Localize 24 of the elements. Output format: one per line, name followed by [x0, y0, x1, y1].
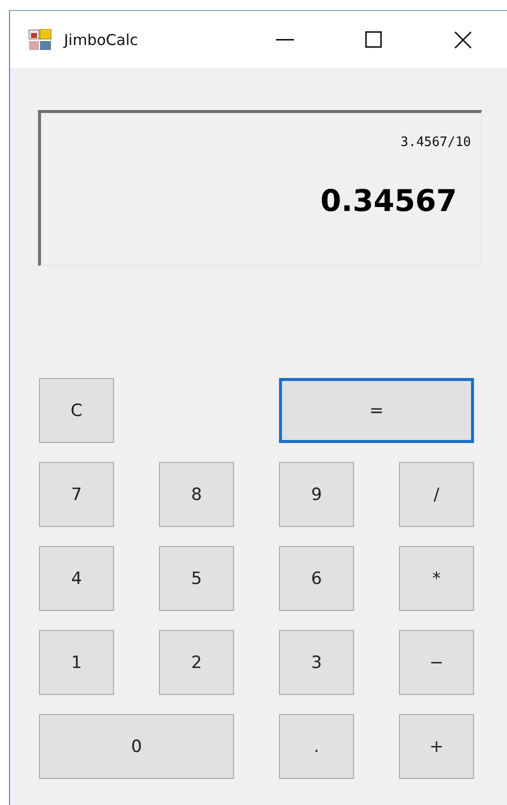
expression-text: 3.4567/10: [400, 135, 471, 150]
calculator-key[interactable]: *: [399, 546, 474, 611]
calculator-key[interactable]: C: [39, 378, 114, 443]
calculator-key[interactable]: 5: [159, 546, 234, 611]
app-icon: [28, 28, 52, 50]
calculator-key[interactable]: .: [279, 714, 354, 779]
calculator-key[interactable]: 3: [279, 630, 354, 695]
maximize-icon: [365, 31, 382, 48]
calculator-key[interactable]: =: [279, 378, 474, 443]
calculator-key[interactable]: 4: [39, 546, 114, 611]
calculator-key[interactable]: −: [399, 630, 474, 695]
calculator-key[interactable]: 1: [39, 630, 114, 695]
close-icon: [454, 30, 472, 48]
calculator-key[interactable]: +: [399, 714, 474, 779]
calculator-key[interactable]: 7: [39, 462, 114, 527]
calculator-key[interactable]: 9: [279, 462, 354, 527]
result-text: 0.34567: [320, 184, 457, 219]
calculator-key[interactable]: 8: [159, 462, 234, 527]
calculator-key[interactable]: 6: [279, 546, 354, 611]
calculator-key[interactable]: 2: [159, 630, 234, 695]
window-title: JimboCalc: [64, 30, 139, 48]
calculator-key[interactable]: /: [399, 462, 474, 527]
calculator-key[interactable]: 0: [39, 714, 234, 779]
minimize-icon: [276, 38, 294, 40]
